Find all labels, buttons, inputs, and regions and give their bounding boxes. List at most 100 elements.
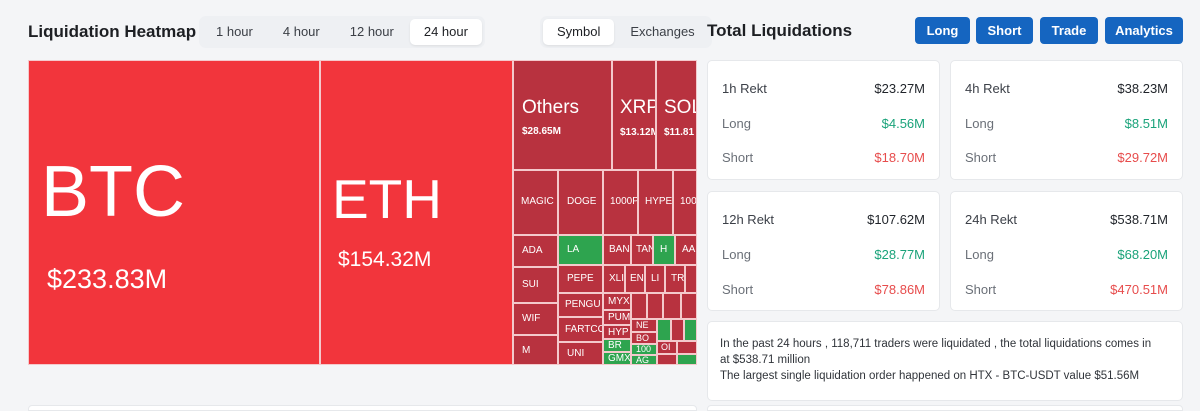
tile-aa[interactable]: AA (675, 235, 697, 265)
tile-la[interactable]: LA (558, 235, 603, 265)
tile-ne[interactable]: NE (631, 319, 657, 332)
tile-sol[interactable]: SOL $11.81 (656, 60, 697, 170)
tile-tiny-b[interactable] (681, 293, 697, 319)
tile-en[interactable]: EN (625, 265, 645, 293)
rekt-card-12h: 12h Rekt $107.62M Long $28.77M Short $78.86… (707, 191, 940, 311)
tile-hyp[interactable]: HYP (603, 325, 631, 339)
card-total: $538.71M (1110, 211, 1168, 227)
tile-h[interactable]: H (653, 235, 675, 265)
long-label: Long (722, 246, 751, 262)
tile-bo[interactable]: BO (631, 332, 657, 344)
heatmap-title: Liquidation Heatmap (28, 22, 197, 41)
tile-symbol: GMX (608, 353, 631, 364)
card-long-value: $8.51M (1124, 115, 1168, 131)
short-label: Short (722, 281, 754, 297)
tile-symbol: HYP (608, 327, 629, 338)
tile-gmx[interactable]: GMX (603, 352, 631, 365)
tile-value: $13.12M (620, 127, 656, 138)
tile-btc[interactable]: BTC $233.83M (28, 60, 320, 365)
tile-xl[interactable]: XLI (603, 265, 625, 293)
tile-ag[interactable]: AG (631, 355, 657, 365)
tile-tiny-a[interactable] (647, 293, 663, 319)
tile-ada[interactable]: ADA (513, 235, 558, 267)
tile-tiny-r3[interactable] (657, 354, 677, 365)
tile-small-a[interactable] (685, 265, 697, 293)
analytics-button[interactable]: Analytics (1105, 17, 1183, 44)
tile-symbol: SUI (522, 279, 539, 290)
long-label: Long (965, 246, 994, 262)
tile-oi[interactable]: OI (657, 341, 677, 354)
tile-pengu[interactable]: PENGU (558, 293, 603, 317)
tile-tiny-r2[interactable] (677, 341, 697, 354)
short-button[interactable]: Short (976, 17, 1033, 44)
tile-symbol: 1000P (610, 196, 638, 207)
tile-symbol: Others (522, 97, 580, 118)
tile-sui[interactable]: SUI (513, 267, 558, 303)
tile-symbol: 100 (636, 344, 652, 354)
tile-symbol: FARTCO (565, 324, 603, 335)
long-label: Long (722, 115, 751, 131)
tile-wif[interactable]: WIF (513, 303, 558, 335)
tile-tiny-g2[interactable] (684, 319, 697, 341)
mode-option-exchanges[interactable]: Exchanges (616, 19, 708, 45)
tile-symbol: PUM (608, 312, 631, 323)
rekt-card-1h: 1h Rekt $23.27M Long $4.56M Short $18.70M (707, 60, 940, 180)
tile-symbol: H (660, 244, 668, 255)
tile-symbol: BO (636, 333, 650, 343)
tile-symbol: UNI (567, 348, 585, 359)
tile-tiny-r1[interactable] (671, 319, 684, 341)
tile-symbol: EN (630, 273, 644, 284)
tile-br[interactable]: BR (603, 339, 631, 352)
tile-tr[interactable]: TR (665, 265, 685, 293)
tile-value: $11.81 (664, 127, 695, 138)
tile-100[interactable]: 100 (631, 344, 657, 355)
tile-ban[interactable]: BAN (603, 235, 631, 265)
time-option-1h[interactable]: 1 hour (202, 19, 267, 45)
tile-fartco[interactable]: FARTCO (558, 317, 603, 342)
tile-others[interactable]: Others $28.65M (513, 60, 612, 170)
tile-eth[interactable]: ETH $154.32M (320, 60, 513, 365)
tile-value: $28.65M (522, 126, 561, 137)
mode-option-symbol[interactable]: Symbol (543, 19, 615, 45)
tile-symbol: ADA (522, 245, 543, 256)
time-option-24h[interactable]: 24 hour (409, 19, 482, 45)
tile-symbol: LI (651, 273, 660, 284)
trade-button[interactable]: Trade (1040, 17, 1098, 44)
tile-symbol: TAN (636, 244, 652, 255)
tile-symbol: HYPE (645, 196, 673, 207)
long-button[interactable]: Long (915, 17, 970, 44)
tile-li[interactable]: LI (645, 265, 665, 293)
tile-hype[interactable]: HYPE (638, 170, 673, 235)
tile-tiny-g3[interactable] (677, 354, 697, 365)
tile-1000[interactable]: 1000 (673, 170, 697, 235)
tile-tiny-v[interactable] (631, 293, 647, 319)
tile-symbol: NE (636, 320, 649, 330)
time-option-12h[interactable]: 12 hour (336, 19, 408, 45)
tile-symbol: AG (636, 355, 650, 365)
tile-doge[interactable]: DOGE (558, 170, 603, 235)
tile-uni[interactable]: UNI (558, 342, 603, 365)
rekt-card-24h: 24h Rekt $538.71M Long $68.20M Short $470.5… (950, 191, 1183, 311)
total-liquidations-title: Total Liquidations (707, 21, 853, 40)
tile-pepe[interactable]: PEPE (558, 265, 603, 293)
tile-pum[interactable]: PUM (603, 310, 631, 325)
tile-1000p[interactable]: 1000P (603, 170, 638, 235)
short-label: Short (722, 149, 754, 165)
tile-m[interactable]: M (513, 335, 558, 365)
tile-value: $154.32M (338, 248, 432, 271)
card-long-value: $68.20M (1117, 246, 1168, 262)
next-panel-edge (28, 405, 697, 411)
card-label: 4h Rekt (965, 80, 1010, 96)
group-mode-selector: Symbol Exchanges (540, 16, 712, 48)
tile-tiny-e[interactable] (663, 293, 681, 319)
tile-xrp[interactable]: XRP $13.12M (612, 60, 656, 170)
tile-myx[interactable]: MYX (603, 293, 631, 310)
tile-symbol: DOGE (567, 196, 597, 207)
tile-symbol: ETH (332, 168, 442, 230)
tile-tiny-g1[interactable] (657, 319, 671, 341)
tile-tan[interactable]: TAN (631, 235, 653, 265)
card-short-value: $18.70M (874, 149, 925, 165)
time-option-4h[interactable]: 4 hour (269, 19, 334, 45)
tile-magic[interactable]: MAGIC (513, 170, 558, 235)
tile-symbol: BR (608, 340, 622, 351)
